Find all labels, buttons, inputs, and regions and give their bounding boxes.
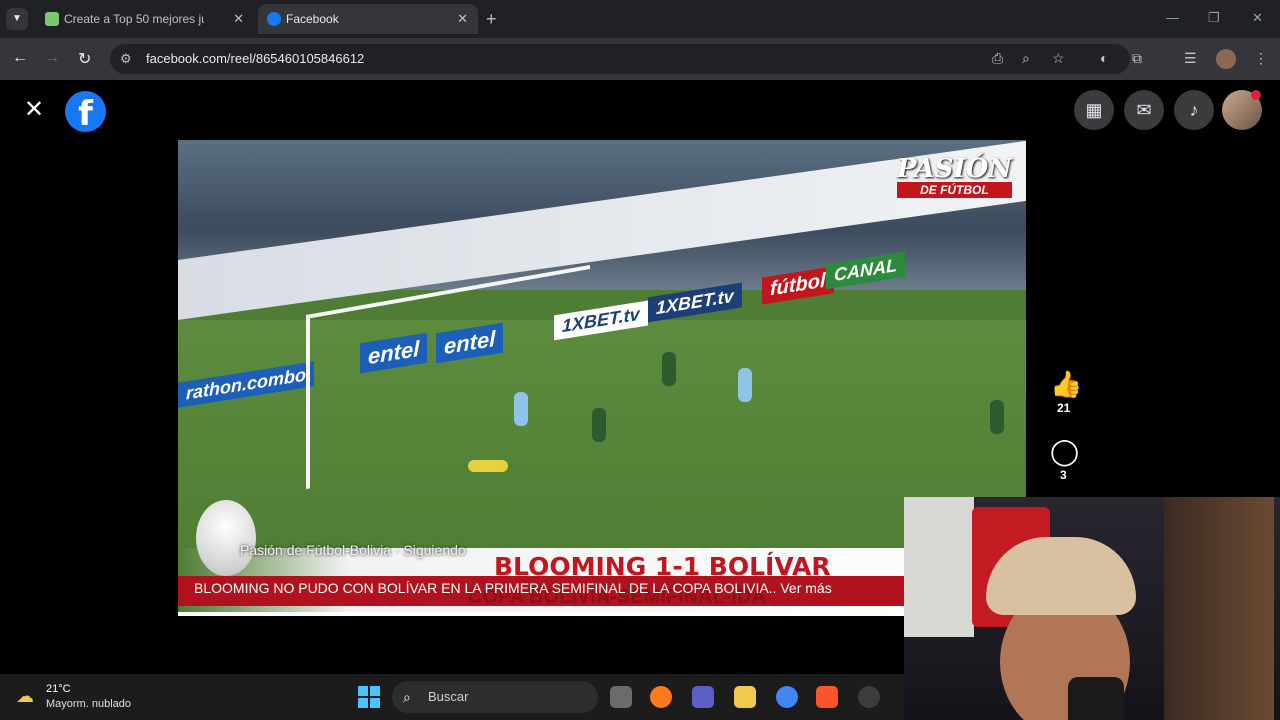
tab-search-button[interactable]: ▼ — [6, 8, 28, 30]
weather-temperature[interactable]: 21°C — [46, 683, 71, 695]
like-count: 21 — [1057, 401, 1071, 415]
windows-start-icon[interactable] — [358, 686, 380, 708]
facebook-icon — [267, 12, 281, 26]
zoom-icon[interactable]: ⌕ — [1022, 50, 1030, 67]
new-tab-button[interactable]: + — [486, 8, 497, 30]
webcam-microphone — [1068, 677, 1124, 720]
task-view-icon[interactable] — [610, 686, 632, 708]
close-reel-icon[interactable]: ✕ — [24, 98, 44, 122]
restore-button[interactable]: ❐ — [1208, 10, 1220, 26]
app-icon[interactable] — [858, 686, 880, 708]
player — [514, 392, 528, 426]
tab-create-top50[interactable]: Create a Top 50 mejores jugado ✕ — [36, 4, 254, 34]
progress-fill — [178, 612, 806, 616]
window-close-button[interactable]: ✕ — [1252, 10, 1263, 26]
forward-button[interactable]: → — [44, 49, 60, 67]
close-icon[interactable]: ✕ — [233, 4, 244, 34]
tab-strip: ▼ Create a Top 50 mejores jugado ✕ Faceb… — [0, 0, 1280, 38]
extensions-puzzle-icon[interactable]: ⧉ — [1132, 50, 1142, 67]
goalkeeper — [468, 460, 508, 472]
like-icon[interactable]: 👍 — [1050, 369, 1082, 400]
browser-toolbar: ← → ↻ ⚙ facebook.com/reel/86546010584661… — [0, 38, 1280, 80]
video-progress-bar[interactable] — [178, 612, 1026, 616]
facebook-logo[interactable]: f — [65, 91, 106, 132]
reel-caption[interactable]: BLOOMING NO PUDO CON BOLÍVAR EN LA PRIME… — [194, 580, 832, 596]
minimize-button[interactable]: — — [1166, 10, 1179, 25]
player — [592, 408, 606, 442]
close-icon[interactable]: ✕ — [457, 4, 468, 34]
channel-watermark: PASIÓN DE FÚTBOL — [896, 154, 1012, 198]
menu-grid-icon[interactable]: ▦ — [1074, 90, 1114, 130]
notifications-bell-icon[interactable]: ♪ — [1174, 90, 1214, 130]
weather-cloud-icon[interactable]: ☁ — [16, 686, 34, 707]
webcam-door — [1164, 497, 1274, 720]
reload-button[interactable]: ↻ — [78, 49, 91, 69]
address-bar[interactable]: ⚙ facebook.com/reel/865460105846612 — [110, 44, 1130, 74]
tab-facebook[interactable]: Facebook ✕ — [258, 4, 478, 34]
search-placeholder: Buscar — [428, 689, 469, 704]
file-explorer-icon[interactable] — [734, 686, 756, 708]
comment-icon[interactable]: ◯ — [1050, 436, 1079, 467]
back-button[interactable]: ← — [12, 49, 28, 67]
webcam-overlay — [904, 497, 1280, 720]
install-app-icon[interactable]: ⎙ — [992, 50, 1003, 67]
bookmark-star-icon[interactable]: ☆ — [1052, 50, 1065, 67]
webcam-wall — [904, 497, 974, 637]
windows-taskbar: ☁ 21°C Mayorm. nublado ⌕ Buscar — [0, 674, 904, 720]
player — [662, 352, 676, 386]
tab-title: Facebook — [286, 12, 339, 26]
brave-icon[interactable] — [816, 686, 838, 708]
notification-badge — [1251, 90, 1261, 100]
profile-avatar[interactable] — [1216, 49, 1236, 69]
firefox-icon[interactable] — [650, 686, 672, 708]
tab-title: Create a Top 50 mejores jugado — [64, 12, 204, 26]
messenger-icon[interactable]: ✉ — [1124, 90, 1164, 130]
comment-count: 3 — [1060, 468, 1067, 482]
site-info-icon[interactable]: ⚙ — [120, 51, 132, 67]
taskbar-search[interactable]: ⌕ Buscar — [392, 681, 598, 713]
teams-icon[interactable] — [692, 686, 714, 708]
chrome-icon[interactable] — [776, 686, 798, 708]
sheets-icon — [45, 12, 59, 26]
player — [990, 400, 1004, 434]
url-text: facebook.com/reel/865460105846612 — [146, 51, 365, 66]
weather-description[interactable]: Mayorm. nublado — [46, 698, 131, 710]
channel-name[interactable]: Pasión de Fútbol-Bolivia · Siguiendo — [240, 542, 466, 558]
reel-video[interactable]: entel entel 1XBET.tv 1XBET.tv fútbol CAN… — [178, 140, 1026, 616]
menu-kebab-icon[interactable]: ⋮ — [1254, 50, 1268, 67]
extension-icon[interactable]: ◐ — [1100, 50, 1108, 66]
channel-logo[interactable] — [196, 500, 256, 576]
search-icon: ⌕ — [403, 689, 411, 705]
player — [738, 368, 752, 402]
media-control-icon[interactable]: ☰ — [1184, 50, 1197, 67]
